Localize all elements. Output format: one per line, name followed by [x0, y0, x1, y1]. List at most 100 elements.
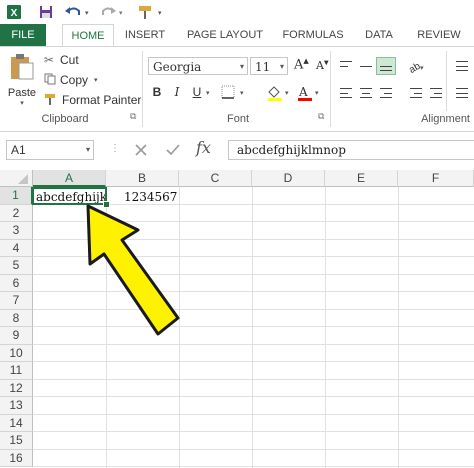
font-size-dropdown[interactable]: 11 ▾ — [250, 57, 288, 75]
redo-icon[interactable]: ▾ — [96, 3, 126, 21]
merge-center-button[interactable] — [452, 84, 472, 102]
clipboard-group-label: Clipboard — [41, 113, 89, 125]
svg-text:▾: ▾ — [158, 10, 162, 17]
select-all-corner[interactable] — [0, 170, 33, 187]
row-header-12[interactable]: 12 — [0, 379, 33, 397]
column-header-e[interactable]: E — [325, 170, 398, 187]
save-icon[interactable] — [36, 3, 56, 21]
confirm-entry-button[interactable] — [162, 140, 184, 160]
cut-label: Cut — [60, 53, 79, 67]
tab-file[interactable]: FILE — [0, 24, 46, 46]
wrap-text-icon — [456, 61, 468, 71]
fill-bucket-icon: ▾ — [268, 86, 289, 101]
decrease-indent-button[interactable] — [406, 84, 426, 102]
copy-button[interactable]: Copy ▾ — [44, 71, 98, 89]
clipboard-launcher-icon[interactable]: ⧉ — [130, 111, 136, 122]
align-right-icon — [380, 88, 392, 98]
font-color-button[interactable]: A ▾ — [296, 84, 322, 102]
middle-align-icon — [360, 61, 372, 71]
quick-access-toolbar: X ▾ ▾ ▾ — [0, 0, 474, 24]
orientation-button[interactable]: ab ▾ — [406, 57, 426, 75]
row-header-16[interactable]: 16 — [0, 449, 33, 467]
cancel-entry-button[interactable] — [130, 140, 152, 160]
top-align-icon — [340, 61, 352, 71]
row-header-4[interactable]: 4 — [0, 239, 33, 257]
font-name-value: Georgia — [153, 60, 202, 74]
grow-font-button[interactable]: A▲ — [294, 57, 309, 72]
tab-page-layout[interactable]: PAGE LAYOUT — [180, 24, 270, 46]
top-align-button[interactable] — [336, 57, 356, 75]
bottom-align-button[interactable] — [376, 57, 396, 75]
worksheet-grid[interactable]: A B C D E F 1 2 3 4 5 6 7 8 9 10 11 12 13 14 15 16 abcd… — [0, 170, 474, 468]
name-box[interactable]: A1 ▾ — [6, 140, 94, 160]
column-header-f[interactable]: F — [398, 170, 474, 187]
shrink-font-button[interactable]: A▼ — [316, 59, 329, 72]
font-size-value: 11 — [255, 60, 271, 74]
align-right-button[interactable] — [376, 84, 396, 102]
column-header-a[interactable]: A — [33, 170, 106, 187]
insert-function-button[interactable]: fx — [196, 138, 211, 157]
row-header-14[interactable]: 14 — [0, 414, 33, 432]
format-painter-icon[interactable]: ▾ — [130, 3, 170, 21]
row-header-7[interactable]: 7 — [0, 292, 33, 310]
row-header-10[interactable]: 10 — [0, 344, 33, 362]
ribbon-home: Paste ▾ ✂ Cut Copy ▾ Format Painter Clip… — [0, 46, 474, 132]
group-divider — [330, 51, 331, 127]
paste-icon — [11, 54, 34, 80]
column-header-d[interactable]: D — [252, 170, 325, 187]
tab-formulas[interactable]: FORMULAS — [278, 24, 348, 46]
group-divider — [142, 51, 143, 127]
decrease-indent-icon — [410, 88, 422, 98]
formula-input[interactable]: abcdefghijklmnop — [228, 140, 474, 160]
row-header-8[interactable]: 8 — [0, 309, 33, 327]
row-header-9[interactable]: 9 — [0, 327, 33, 345]
alignment-group-label: Alignment — [421, 113, 470, 125]
tab-data[interactable]: DATA — [356, 24, 402, 46]
font-launcher-icon[interactable]: ⧉ — [318, 111, 324, 122]
svg-text:A: A — [298, 85, 308, 99]
svg-text:▾: ▾ — [285, 90, 289, 97]
align-center-button[interactable] — [356, 84, 376, 102]
paste-button[interactable]: Paste ▾ — [6, 53, 38, 109]
svg-text:▾: ▾ — [420, 65, 424, 72]
bold-button[interactable]: B — [148, 83, 166, 101]
underline-button[interactable]: U — [188, 83, 206, 101]
undo-icon[interactable]: ▾ — [62, 3, 92, 21]
bottom-align-icon — [380, 61, 392, 71]
cut-button[interactable]: ✂ Cut — [44, 51, 79, 69]
format-painter-button[interactable]: Format Painter — [44, 91, 141, 109]
column-header-b[interactable]: B — [106, 170, 179, 187]
paste-label: Paste — [7, 87, 37, 99]
tab-insert[interactable]: INSERT — [120, 24, 170, 46]
font-name-dropdown[interactable]: Georgia ▾ — [148, 57, 248, 75]
fill-color-button[interactable]: ▾ — [266, 84, 292, 102]
svg-text:▾: ▾ — [85, 10, 89, 17]
align-left-button[interactable] — [336, 84, 356, 102]
column-header-c[interactable]: C — [179, 170, 252, 187]
row-header-5[interactable]: 5 — [0, 257, 33, 275]
row-header-13[interactable]: 13 — [0, 397, 33, 415]
svg-text:X: X — [11, 8, 18, 19]
tab-review[interactable]: REVIEW — [410, 24, 468, 46]
middle-align-button[interactable] — [356, 57, 376, 75]
borders-button[interactable]: ▾ — [220, 84, 248, 102]
gridline-row — [33, 396, 474, 397]
row-header-15[interactable]: 15 — [0, 432, 33, 450]
svg-text:▾: ▾ — [240, 90, 244, 97]
row-header-2[interactable]: 2 — [0, 204, 33, 222]
row-header-3[interactable]: 3 — [0, 222, 33, 240]
orientation-icon: ab▾ — [407, 61, 424, 74]
row-header-11[interactable]: 11 — [0, 362, 33, 380]
tab-home[interactable]: HOME — [62, 24, 114, 47]
font-color-icon: A ▾ — [298, 85, 319, 101]
gridline-row — [33, 343, 474, 345]
row-header-1[interactable]: 1 — [0, 187, 33, 205]
row-header-6[interactable]: 6 — [0, 274, 33, 292]
ribbon-tabs: FILE HOME INSERT PAGE LAYOUT FORMULAS DA… — [0, 24, 474, 47]
increase-indent-button[interactable] — [426, 84, 446, 102]
cancel-x-icon — [135, 144, 147, 156]
paintbrush-icon — [44, 93, 62, 108]
gridline-row — [33, 431, 474, 432]
wrap-text-button[interactable] — [452, 57, 472, 75]
italic-button[interactable]: I — [168, 83, 186, 101]
